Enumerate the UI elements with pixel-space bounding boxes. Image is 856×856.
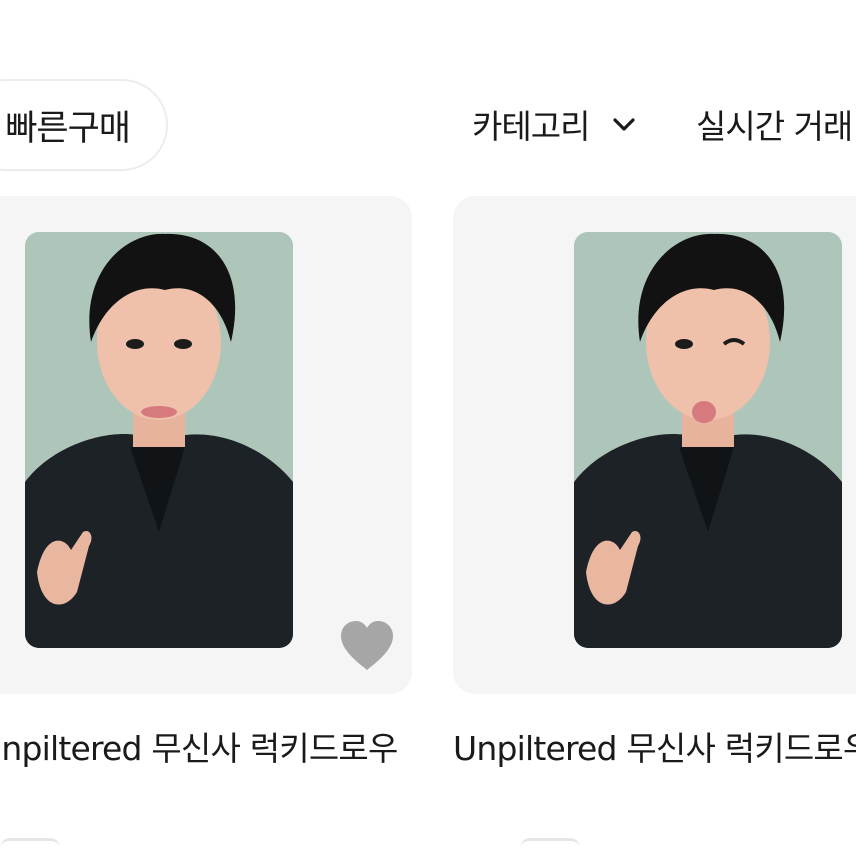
category-dropdown[interactable]: 카테고리 xyxy=(472,100,637,148)
product-title[interactable]: Unpiltered 무신사 럭키드로우 xyxy=(0,722,398,770)
product-photo[interactable] xyxy=(25,232,293,648)
quick-buy-filter-chip[interactable]: 빠른구매 xyxy=(0,79,168,171)
live-trade-filter[interactable]: 실시간 거래 xyxy=(696,100,853,148)
product-meta-placeholder xyxy=(520,838,580,856)
product-meta-placeholder xyxy=(0,838,60,856)
chevron-down-icon xyxy=(613,118,636,131)
product-title[interactable]: Unpiltered 무신사 럭키드로우 xyxy=(453,722,856,770)
live-trade-label: 실시간 거래 xyxy=(696,107,853,146)
category-label: 카테고리 xyxy=(472,107,590,146)
product-photo[interactable] xyxy=(574,232,842,648)
heart-icon[interactable] xyxy=(339,620,395,672)
product-list-page: 빠른구매 카테고리 실시간 거래 Unpiltered 무신사 럭키드로우 Un… xyxy=(0,0,856,856)
quick-buy-label: 빠른구매 xyxy=(5,108,131,149)
